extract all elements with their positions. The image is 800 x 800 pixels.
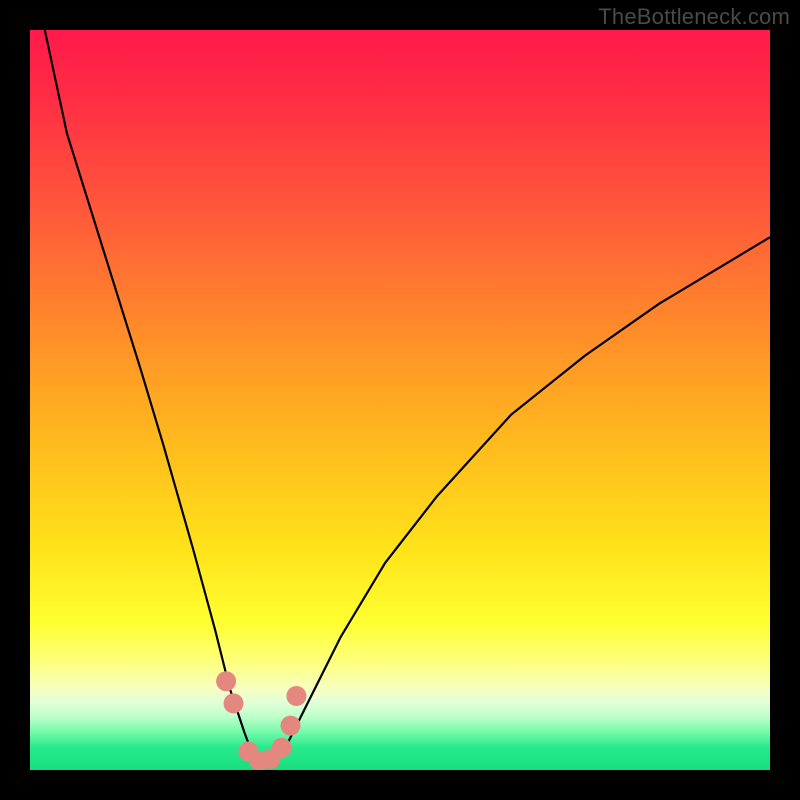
bottleneck-curve (45, 30, 770, 763)
curve-group (45, 30, 770, 763)
marker-point (286, 686, 306, 706)
bottleneck-chart (30, 30, 770, 770)
plot-area (30, 30, 770, 770)
watermark-text: TheBottleneck.com (598, 4, 790, 30)
marker-point (224, 693, 244, 713)
highlighted-points (216, 671, 306, 770)
marker-point (272, 738, 292, 758)
chart-frame: TheBottleneck.com (0, 0, 800, 800)
marker-point (281, 716, 301, 736)
marker-point (216, 671, 236, 691)
